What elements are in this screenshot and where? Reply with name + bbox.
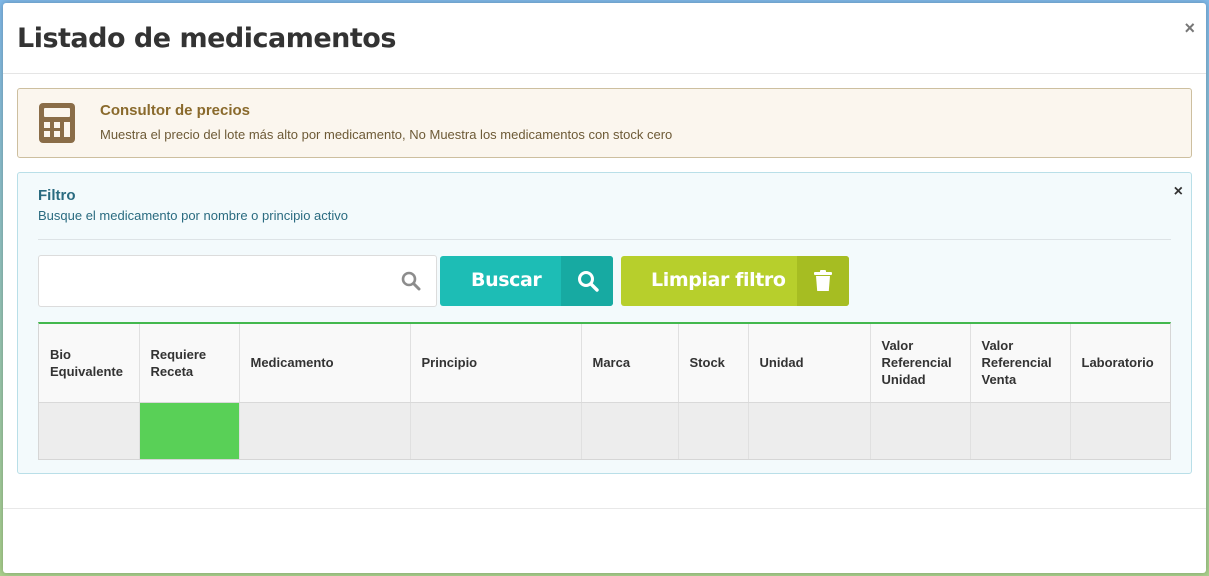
medicamentos-table: Bio Equivalente Requiere Receta Medicament…	[38, 322, 1171, 460]
calculator-icon	[39, 103, 75, 143]
table-cell	[410, 402, 582, 459]
column-header-medicamento[interactable]: Medicamento	[239, 324, 411, 403]
trash-icon	[814, 270, 832, 291]
page-title: Listado de medicamentos	[17, 23, 396, 54]
table-row[interactable]	[39, 402, 1170, 459]
column-header-valor-referencial-venta[interactable]: Valor Referencial Venta	[970, 324, 1071, 403]
table-cell	[748, 402, 871, 459]
modal-footer-divider	[3, 508, 1206, 509]
column-header-stock[interactable]: Stock	[678, 324, 749, 403]
search-field	[38, 255, 437, 307]
filter-subtitle: Busque el medicamento por nombre o princ…	[38, 208, 349, 223]
table-cell	[1070, 402, 1170, 459]
column-header-unidad[interactable]: Unidad	[748, 324, 871, 403]
modal-header: Listado de medicamentos ×	[3, 3, 1206, 74]
column-header-requiere-receta[interactable]: Requiere Receta	[139, 324, 240, 403]
divider	[38, 239, 1171, 240]
filter-panel: Filtro Busque el medicamento por nombre …	[17, 172, 1192, 474]
close-icon[interactable]: ×	[1184, 19, 1195, 37]
limpiar-filtro-button-label: Limpiar filtro	[651, 269, 786, 291]
table-cell	[870, 402, 971, 459]
search-icon	[401, 271, 421, 291]
callout-title: Consultor de precios	[100, 102, 251, 119]
column-header-laboratorio[interactable]: Laboratorio	[1070, 324, 1170, 403]
table-cell	[239, 402, 411, 459]
table-header-row: Bio Equivalente Requiere Receta Medicament…	[39, 324, 1170, 403]
modal-body: Consultor de precios Muestra el precio d…	[17, 88, 1192, 474]
search-icon	[578, 271, 599, 292]
column-header-marca[interactable]: Marca	[581, 324, 679, 403]
table-cell	[678, 402, 749, 459]
column-header-principio[interactable]: Principio	[410, 324, 582, 403]
filter-title: Filtro	[38, 187, 76, 204]
price-consultant-callout: Consultor de precios Muestra el precio d…	[17, 88, 1192, 158]
table-cell	[970, 402, 1071, 459]
table-cell	[39, 402, 140, 459]
column-header-bio-equivalente[interactable]: Bio Equivalente	[39, 324, 140, 403]
column-header-valor-referencial-unidad[interactable]: Valor Referencial Unidad	[870, 324, 971, 403]
buscar-button[interactable]: Buscar	[440, 256, 613, 306]
search-input[interactable]	[39, 256, 436, 306]
buscar-button-label: Buscar	[471, 269, 542, 291]
buscar-icon-box	[561, 256, 613, 306]
filter-close-icon[interactable]: ×	[1174, 183, 1183, 201]
callout-description: Muestra el precio del lote más alto por …	[100, 127, 673, 142]
medicamentos-modal: Listado de medicamentos × Consultor de p…	[3, 3, 1206, 573]
limpiar-filtro-button[interactable]: Limpiar filtro	[621, 256, 849, 306]
requiere-receta-cell	[139, 402, 240, 459]
table-cell	[581, 402, 679, 459]
limpiar-icon-box	[797, 256, 849, 306]
